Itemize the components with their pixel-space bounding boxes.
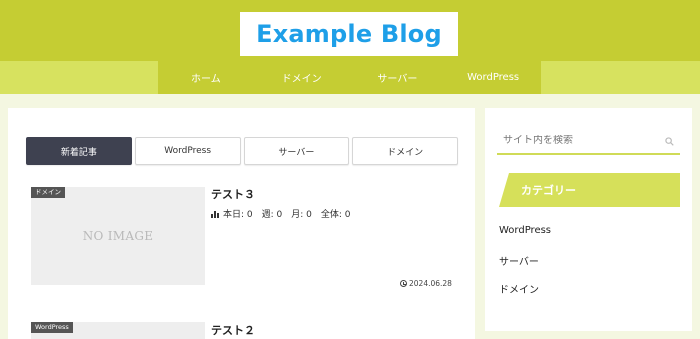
tab-new-posts[interactable]: 新着記事 bbox=[26, 137, 132, 165]
tab-domain[interactable]: ドメイン bbox=[352, 137, 458, 165]
clock-icon bbox=[400, 280, 407, 287]
post-date-text: 2024.06.28 bbox=[409, 279, 452, 288]
bar-chart-icon bbox=[211, 210, 219, 218]
view-count: 本日: 0 週: 0 月: 0 全体: 0 bbox=[211, 207, 350, 220]
category-badge: WordPress bbox=[31, 322, 73, 333]
tab-wordpress[interactable]: WordPress bbox=[134, 137, 241, 165]
nav-item-server[interactable]: サーバー bbox=[350, 61, 446, 94]
global-nav: ホーム ドメイン サーバー WordPress bbox=[158, 61, 541, 94]
category-badge: ドメイン bbox=[31, 187, 65, 198]
category-heading: カテゴリー bbox=[499, 173, 680, 207]
nav-item-wordpress[interactable]: WordPress bbox=[445, 61, 541, 94]
post-thumbnail[interactable]: WordPress bbox=[31, 322, 205, 339]
search-box bbox=[497, 128, 680, 155]
nav-item-home[interactable]: ホーム bbox=[158, 61, 254, 94]
site-logo[interactable]: Example Blog bbox=[240, 12, 458, 56]
no-image-placeholder: NO IMAGE bbox=[82, 229, 154, 243]
nav-item-domain[interactable]: ドメイン bbox=[254, 61, 350, 94]
post-date: 2024.06.28 bbox=[400, 279, 452, 288]
sidebar-category-wordpress[interactable]: WordPress bbox=[499, 225, 551, 236]
post-thumbnail[interactable]: ドメイン NO IMAGE bbox=[31, 187, 205, 285]
post-title[interactable]: テスト３ bbox=[211, 186, 255, 202]
post-tabs: 新着記事 WordPress サーバー ドメイン bbox=[26, 137, 458, 165]
site-header: Example Blog bbox=[0, 0, 700, 61]
tab-server[interactable]: サーバー bbox=[243, 137, 350, 165]
view-count-text: 本日: 0 週: 0 月: 0 全体: 0 bbox=[223, 210, 351, 220]
site-title[interactable]: Example Blog bbox=[256, 20, 442, 48]
search-input[interactable] bbox=[503, 135, 653, 146]
sidebar-category-domain[interactable]: ドメイン bbox=[499, 281, 539, 296]
search-icon[interactable] bbox=[665, 137, 674, 146]
post-title[interactable]: テスト２ bbox=[211, 322, 255, 338]
sidebar-category-server[interactable]: サーバー bbox=[499, 253, 539, 268]
